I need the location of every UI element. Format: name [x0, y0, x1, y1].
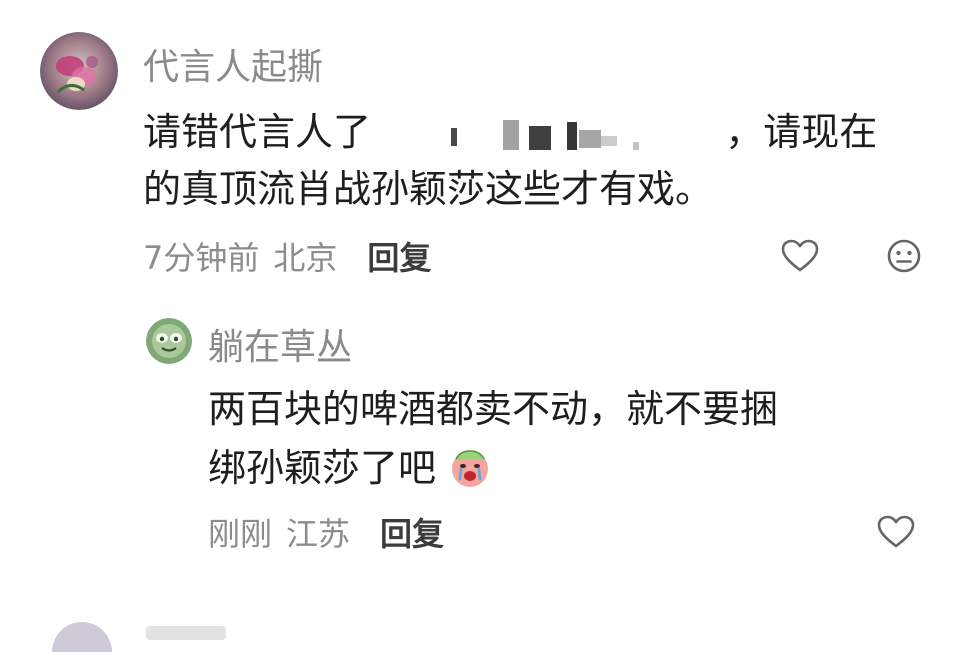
face-neutral-icon [887, 239, 921, 273]
heart-outline-icon [781, 239, 819, 272]
redacted-text-block [383, 115, 713, 155]
reply-meta: 刚刚 江苏 回复 [208, 509, 444, 555]
reply-button[interactable]: 回复 [367, 233, 431, 279]
comment-text-line-1: 请错代言人了 ，请现在 [143, 104, 923, 161]
comment-meta: 7分钟前 北京 回复 [143, 233, 431, 279]
reply-time: 刚刚 [208, 515, 273, 553]
reply-item: 躺在草丛 两百块的啤酒都卖不动，就不要捆 绑孙颖莎了吧 刚刚 江苏 回复 [0, 290, 974, 580]
reply-like-button[interactable] [876, 514, 916, 550]
reply-text: 两百块的啤酒都卖不动，就不要捆 绑孙颖莎了吧 [208, 380, 948, 506]
avatar-green-icon [146, 318, 192, 364]
user-avatar[interactable] [40, 32, 118, 110]
comment-text-line-2: 的真顶流肖战孙颖莎这些才有戏。 [143, 167, 714, 211]
comment-text-part1: 请错代言人了 [143, 110, 372, 154]
comment-location: 北京 [273, 239, 338, 277]
like-button[interactable] [780, 238, 820, 274]
reply-location: 江苏 [286, 515, 351, 553]
reply-text-line-1: 两百块的啤酒都卖不动，就不要捆 [208, 387, 779, 431]
comment-time: 7分钟前 [143, 239, 260, 277]
dislike-button[interactable] [886, 238, 922, 274]
comment-item: 代言人起撕 请错代言人了 ，请现在 的真顶流肖战孙颖莎这些才有戏。 7分钟前 北… [0, 0, 974, 290]
crying-face-emoji-icon [448, 445, 492, 506]
next-comment-avatar-partial [52, 622, 112, 652]
avatar-flower-icon [40, 32, 118, 110]
reply-user-avatar[interactable] [146, 318, 192, 364]
comment-username[interactable]: 代言人起撕 [143, 38, 323, 90]
reply-text-line-2: 绑孙颖莎了吧 [208, 439, 948, 506]
reply-text-line-2-text: 绑孙颖莎了吧 [208, 445, 437, 490]
comment-text: 请错代言人了 ，请现在 的真顶流肖战孙颖莎这些才有戏。 [143, 104, 923, 218]
reply-username[interactable]: 躺在草丛 [208, 318, 352, 370]
heart-outline-icon [877, 515, 915, 548]
comment-text-part2: ，请现在 [725, 110, 878, 154]
reply-reply-button[interactable]: 回复 [380, 509, 444, 555]
next-comment-username-partial [146, 626, 226, 640]
